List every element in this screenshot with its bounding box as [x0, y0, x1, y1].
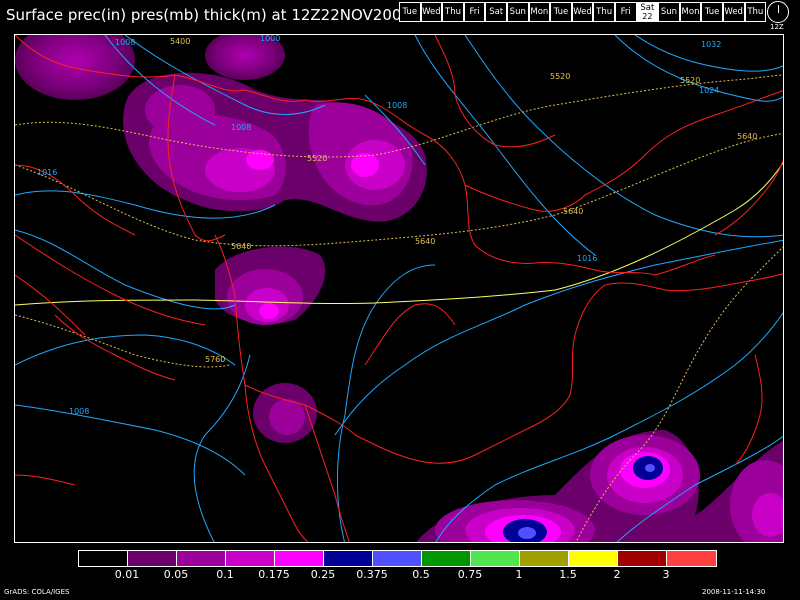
pressure-label: 1008	[387, 101, 407, 110]
colorbar-swatch	[373, 551, 422, 566]
colorbar-label: 0.375	[356, 568, 388, 581]
day-label: Tue	[402, 7, 418, 17]
day-cell: Wed	[722, 2, 745, 22]
day-label: Tue	[553, 7, 569, 17]
map-title: Surface prec(in) pres(mb) thick(m) at 12…	[6, 6, 411, 24]
day-cell: Tue	[399, 2, 421, 22]
colorbar-label: 0.175	[258, 568, 290, 581]
day-cell: Sun	[506, 2, 529, 22]
day-label: Wed	[724, 7, 743, 17]
precip-blob	[518, 527, 536, 539]
colorbar-swatch	[667, 551, 716, 566]
day-cell: Sat	[485, 2, 507, 22]
thickness-label: 5640	[563, 207, 583, 216]
colorbar-label: 0.25	[310, 568, 336, 581]
day-cell: Thu	[744, 2, 767, 22]
precip-blob	[351, 153, 379, 177]
colorbar-label: 0.1	[216, 568, 234, 581]
pressure-label: 1032	[701, 40, 721, 49]
day-label: Fri	[620, 7, 631, 17]
software-credit: GrADS: COLA/IGES	[4, 588, 70, 596]
clock-label: 12Z	[770, 23, 784, 31]
generation-timestamp: 2008-11-11-14:30	[702, 588, 766, 596]
thickness-label: 5520	[680, 76, 700, 85]
pressure-label: 1008	[231, 123, 251, 132]
colorbar-swatch	[520, 551, 569, 566]
thickness-label: 5640	[737, 132, 757, 141]
colorbar-swatch	[275, 551, 324, 566]
day-label: Wed	[422, 7, 441, 17]
precip-colorbar	[78, 550, 717, 567]
colorbar-swatch	[128, 551, 177, 566]
day-label: Fri	[469, 7, 480, 17]
thickness-label: 5640	[415, 237, 435, 246]
day-cell: Fri	[614, 2, 637, 22]
day-cell: Mon	[679, 2, 702, 22]
colorbar-labels: 0.01 0.05 0.1 0.175 0.25 0.375 0.5 0.75 1 1.5 2 3	[78, 568, 718, 581]
day-cell: Wed	[420, 2, 443, 22]
colorbar-label: 2	[613, 568, 621, 581]
colorbar-label: 0.05	[163, 568, 189, 581]
day-label: Thu	[445, 7, 461, 17]
day-label: Sat	[489, 7, 504, 17]
colorbar-swatch	[618, 551, 667, 566]
forecast-day-strip: Tue Wed Thu Fri Sat Sun Mon Tue Wed Thu Fri Sat 22 Su…	[399, 2, 767, 22]
precip-blob	[259, 303, 279, 319]
precip-blob	[145, 85, 215, 135]
precip-blob	[269, 399, 305, 435]
day-label: Tue	[704, 7, 720, 17]
colorbar-label: 0.5	[412, 568, 430, 581]
day-label: Thu	[596, 7, 613, 17]
colorbar-label: 1.5	[559, 568, 577, 581]
pressure-label: 1016	[577, 254, 597, 263]
day-cell: Thu	[442, 2, 464, 22]
colorbar-swatch	[79, 551, 128, 566]
colorbar-swatch	[569, 551, 618, 566]
map-canvas: 1008 1000 1008 1008 1016 1016 1032 1024 …	[15, 35, 783, 542]
precip-field	[15, 35, 783, 542]
thickness-label: 5520	[550, 72, 570, 81]
colorbar-swatch	[471, 551, 520, 566]
colorbar-label: 0.01	[114, 568, 140, 581]
day-label: Wed	[573, 7, 592, 17]
precip-blob	[645, 464, 655, 472]
day-label: Mon	[681, 7, 700, 17]
pressure-label: 1024	[699, 86, 719, 95]
pressure-label: 1000	[260, 35, 280, 43]
clock-icon	[767, 1, 789, 23]
thickness-label: 5760	[205, 355, 225, 364]
day-label: Sun	[509, 7, 526, 17]
day-cell: Thu	[593, 2, 615, 22]
day-cell: Fri	[463, 2, 486, 22]
thickness-label: 5520	[307, 154, 327, 163]
thickness-label: 5640	[231, 242, 251, 251]
day-cell: Tue	[701, 2, 723, 22]
colorbar-label: 3	[662, 568, 670, 581]
day-label: Thu	[747, 7, 764, 17]
weather-map: 1008 1000 1008 1008 1016 1016 1032 1024 …	[14, 34, 784, 543]
day-cell: Mon	[528, 2, 551, 22]
colorbar-swatch	[422, 551, 471, 566]
colorbar-label: 0.75	[457, 568, 483, 581]
day-cell: Sun	[658, 2, 680, 22]
colorbar-swatch	[324, 551, 373, 566]
colorbar-swatch	[177, 551, 226, 566]
colorbar-label: 1	[515, 568, 523, 581]
day-cell: Tue	[550, 2, 572, 22]
day-date: 22	[642, 12, 653, 21]
day-cell: Wed	[571, 2, 594, 22]
day-label: Sun	[660, 7, 677, 17]
pressure-label: 1016	[37, 168, 57, 177]
colorbar-swatch	[226, 551, 275, 566]
day-cell: Sat 22	[636, 2, 659, 22]
thickness-label: 5400	[170, 37, 190, 46]
day-label: Mon	[530, 7, 549, 17]
pressure-label: 1008	[115, 38, 135, 47]
pressure-label: 1008	[69, 407, 89, 416]
